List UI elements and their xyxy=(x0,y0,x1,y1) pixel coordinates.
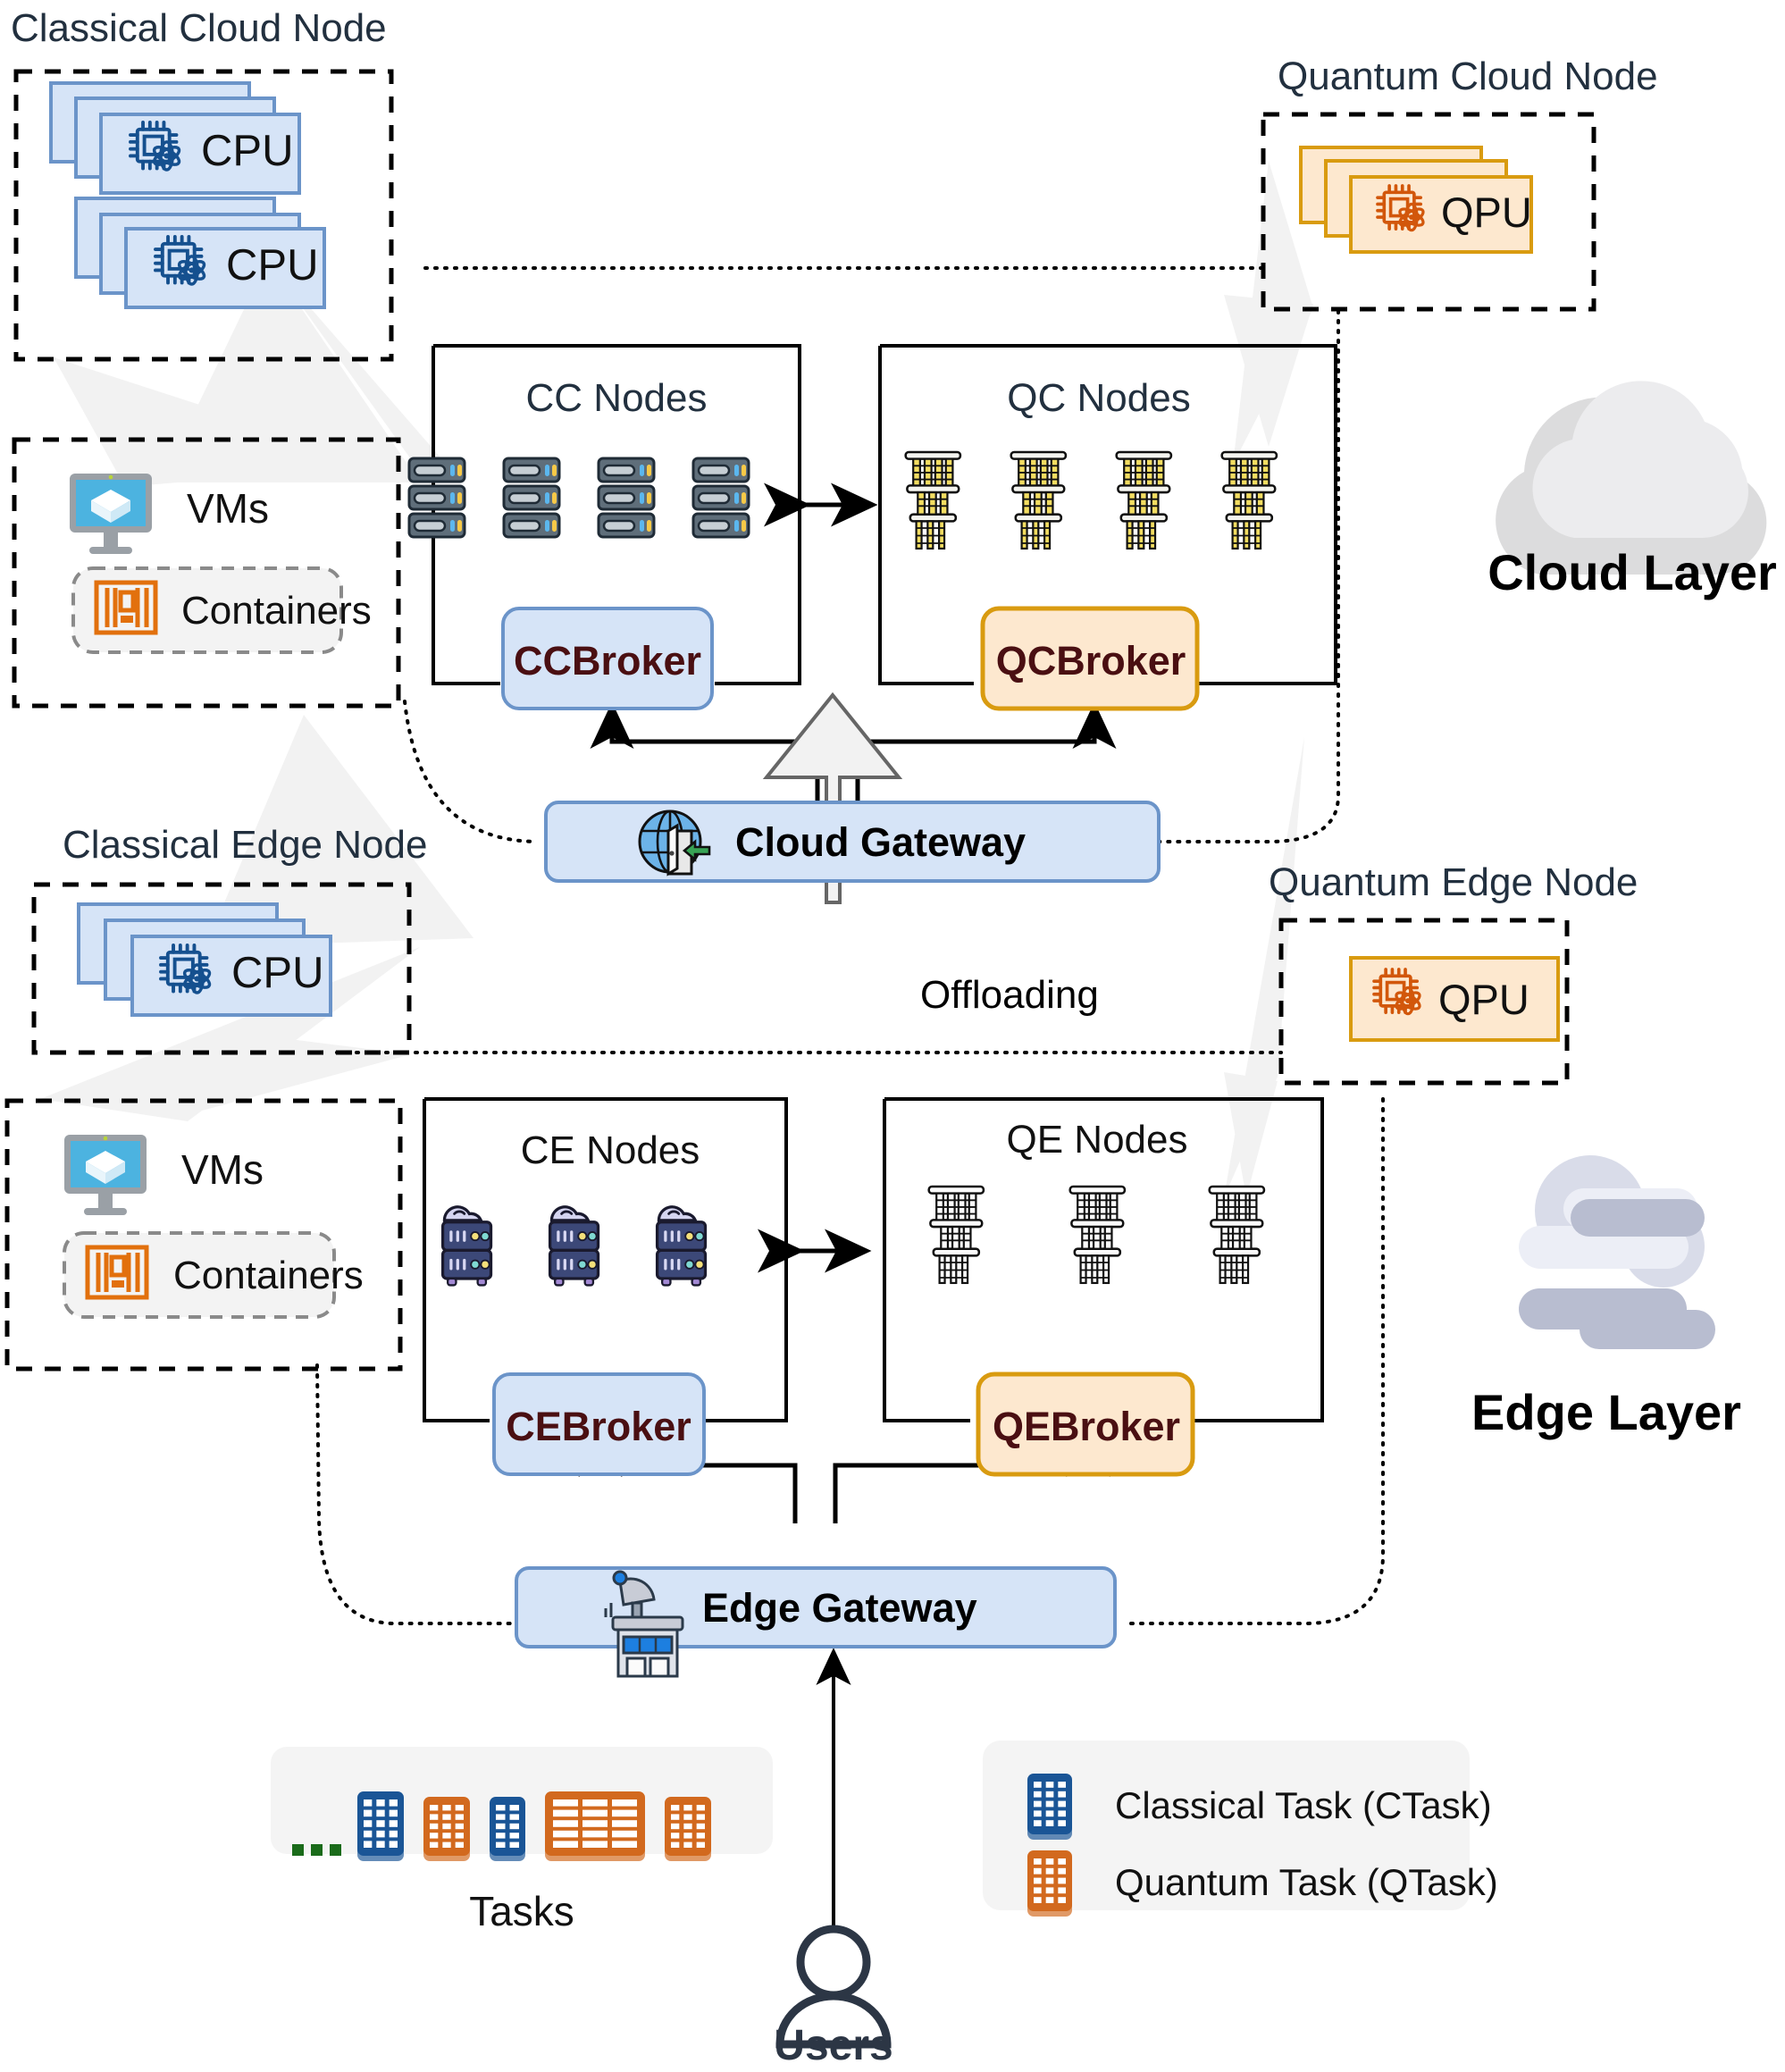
tasks-label: Tasks xyxy=(469,1888,574,1934)
cebroker[interactable]: CEBroker xyxy=(492,1372,706,1476)
tasks-ellipsis xyxy=(292,1844,341,1856)
qc-node-quantum-computers xyxy=(904,450,1278,550)
task-item-quantum xyxy=(423,1797,470,1861)
qebroker-label: QEBroker xyxy=(993,1404,1180,1449)
offloading-label: Offloading xyxy=(920,973,1099,1017)
ce-nodes-title: CE Nodes xyxy=(521,1128,700,1172)
qpu-label-edge: QPU xyxy=(1438,976,1529,1023)
task-item-quantum xyxy=(665,1797,711,1861)
vm-monitor-icon xyxy=(70,474,152,554)
classical-edge-node-title: Classical Edge Node xyxy=(63,823,427,867)
classical-cloud-node: CPU CPU xyxy=(49,81,326,309)
cloud-gateway-label: Cloud Gateway xyxy=(735,819,1026,865)
edge-resources-node: VMs Containers xyxy=(63,1135,364,1319)
vms-label-edge: VMs xyxy=(181,1146,264,1193)
classical-edge-node: CPU xyxy=(77,902,332,1017)
cebroker-label: CEBroker xyxy=(506,1404,691,1449)
cloud-layer-label: Cloud Layer xyxy=(1488,544,1777,600)
content-layer: CPU CPU Classical Cloud Node VMs Contain… xyxy=(11,6,1777,2069)
containers-label-edge: Containers xyxy=(173,1254,364,1297)
quantum-cloud-node-title: Quantum Cloud Node xyxy=(1278,55,1658,98)
task-item-quantum xyxy=(545,1791,645,1861)
quantum-cloud-node: QPU xyxy=(1299,146,1533,254)
qpu-label-cloud: QPU xyxy=(1441,189,1532,236)
ccbroker-label: CCBroker xyxy=(514,638,701,684)
ce-node-servers xyxy=(440,1205,708,1288)
cpu-label-edge: CPU xyxy=(231,949,323,997)
quantum-task-icon xyxy=(1027,1850,1072,1917)
ccbroker[interactable]: CCBroker xyxy=(501,607,714,710)
task-item-classical xyxy=(357,1791,404,1861)
containers-label: Containers xyxy=(181,589,372,633)
legend-label-0: Classical Task (CTask) xyxy=(1115,1784,1492,1826)
qcbroker[interactable]: QCBroker xyxy=(980,606,1200,711)
classical-cloud-node-title: Classical Cloud Node xyxy=(11,6,387,50)
qe-node-quantum-computers xyxy=(927,1185,1266,1285)
cloud-gateway[interactable]: Cloud Gateway xyxy=(544,801,1161,883)
cc-node-servers xyxy=(407,457,750,539)
diagram-canvas: CPU CPU Classical Cloud Node VMs Contain… xyxy=(0,0,1785,2072)
vms-label: VMs xyxy=(187,485,269,532)
vm-monitor-icon-edge xyxy=(64,1135,147,1215)
cpu-card-stack-1: CPU xyxy=(49,81,301,195)
qebroker[interactable]: QEBroker xyxy=(976,1372,1195,1477)
qe-nodes-title: QE Nodes xyxy=(1007,1118,1188,1162)
edge-layer-icon xyxy=(1519,1155,1715,1349)
edge-gateway[interactable]: Edge Gateway xyxy=(515,1566,1117,1678)
legend-label-1: Quantum Task (QTask) xyxy=(1115,1861,1498,1903)
cc-nodes-title: CC Nodes xyxy=(526,376,708,420)
cloud-resources-node: VMs Containers xyxy=(70,474,372,654)
qcbroker-label: QCBroker xyxy=(996,638,1186,684)
cpu-label-1: CPU xyxy=(201,127,293,175)
qc-nodes-title: QC Nodes xyxy=(1007,376,1190,420)
cpu-card-stack-2: CPU xyxy=(74,197,326,309)
task-item-classical xyxy=(490,1797,525,1861)
quantum-edge-node: QPU xyxy=(1349,956,1560,1042)
classical-task-icon xyxy=(1027,1774,1072,1840)
edge-gateway-label: Edge Gateway xyxy=(702,1585,977,1631)
edge-layer-label: Edge Layer xyxy=(1471,1384,1741,1440)
quantum-edge-node-title: Quantum Edge Node xyxy=(1269,860,1638,904)
users-label: Users xyxy=(774,2022,892,2069)
cpu-label-2: CPU xyxy=(226,241,318,289)
